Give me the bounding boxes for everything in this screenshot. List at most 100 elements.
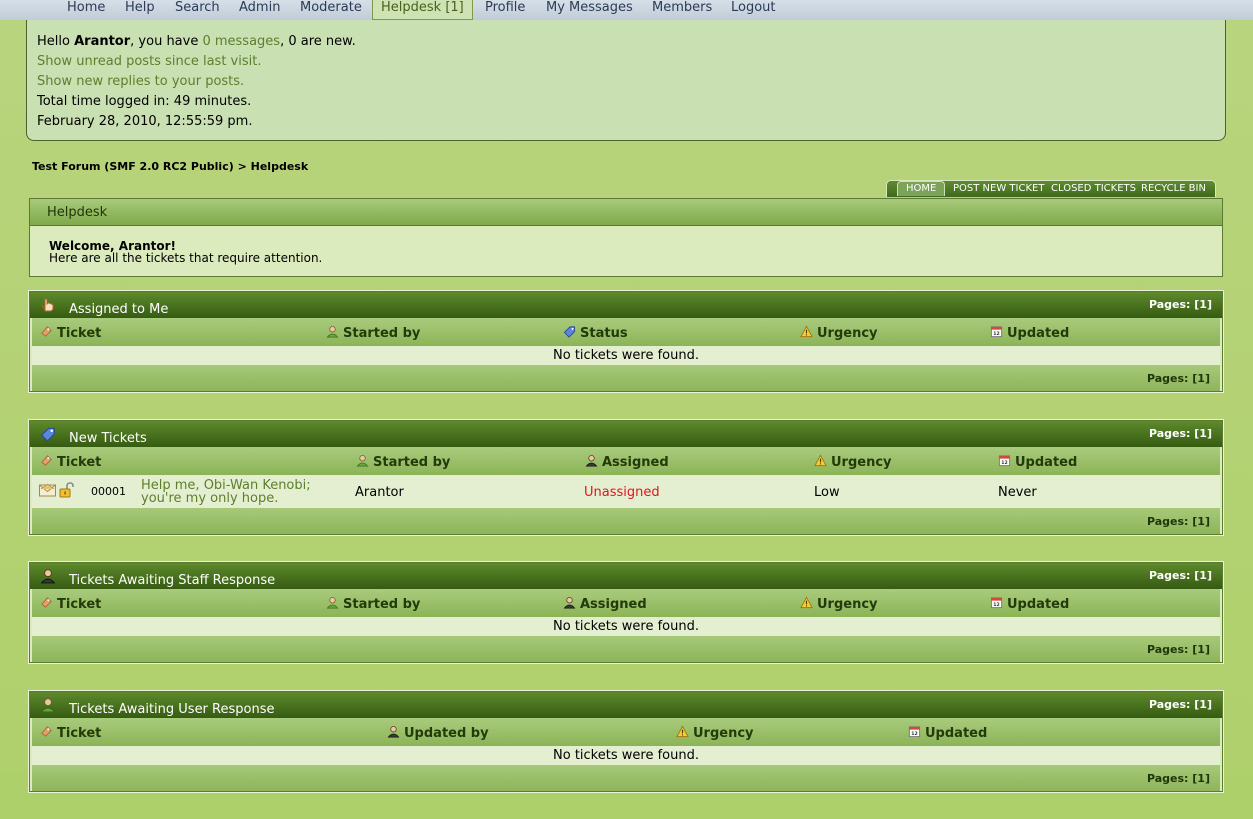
nav-my-messages[interactable]: My Messages <box>546 0 633 19</box>
helpdesk-tab-bar: HOME POST NEW TICKET CLOSED TICKETS RECY… <box>886 180 1216 197</box>
section-header: Tickets Awaiting User Response Pages: [1… <box>30 692 1222 718</box>
col-ticket[interactable]: Ticket <box>40 454 101 470</box>
section-title: Tickets Awaiting Staff Response <box>69 573 276 588</box>
column-header-row: Ticket Started by Assigned Urgency Updat… <box>32 589 1220 617</box>
col-assigned[interactable]: Assigned <box>585 454 669 470</box>
pages-top[interactable]: Pages: [1] <box>1149 298 1212 311</box>
unlocked-padlock-icon <box>59 482 74 498</box>
user-icon <box>40 697 56 713</box>
section-footer: Pages: [1] <box>32 365 1220 391</box>
nav-search[interactable]: Search <box>175 0 220 19</box>
nav-helpdesk[interactable]: Helpdesk [1] <box>372 0 473 20</box>
staff-user-icon <box>585 454 598 467</box>
staff-user-icon <box>387 725 400 738</box>
nav-help[interactable]: Help <box>125 0 155 19</box>
col-updated-by[interactable]: Updated by <box>387 725 489 741</box>
username: Arantor <box>74 34 131 49</box>
greeting-line: Hello Arantor, you have 0 messages, 0 ar… <box>37 34 356 49</box>
welcome-box: Helpdesk Welcome, Arantor! Here are all … <box>29 198 1223 277</box>
calendar-icon <box>990 325 1003 338</box>
pages-bottom[interactable]: Pages: [1] <box>1147 643 1210 656</box>
nav-members[interactable]: Members <box>652 0 712 19</box>
tag-icon <box>563 325 576 338</box>
col-urgency[interactable]: Urgency <box>676 725 754 741</box>
col-started-by[interactable]: Started by <box>326 325 420 341</box>
envelope-icon <box>39 483 56 497</box>
column-header-row: Ticket Updated by Urgency Updated <box>32 718 1220 746</box>
col-updated[interactable]: Updated <box>998 454 1077 470</box>
no-tickets-row: No tickets were found. <box>32 346 1220 365</box>
ticket-assigned: Unassigned <box>584 485 660 500</box>
section-header: Assigned to Me Pages: [1] <box>30 292 1222 318</box>
pointing-hand-icon <box>40 297 56 313</box>
col-updated[interactable]: Updated <box>990 325 1069 341</box>
section-footer: Pages: [1] <box>32 765 1220 791</box>
section-awaiting-user: Tickets Awaiting User Response Pages: [1… <box>28 690 1224 793</box>
col-status[interactable]: Status <box>563 325 628 341</box>
section-title: Assigned to Me <box>69 302 169 317</box>
ticket-icon <box>40 454 53 467</box>
ticket-subject-link[interactable]: Help me, Obi-Wan Kenobi; you're my only h… <box>141 479 311 505</box>
no-tickets-row: No tickets were found. <box>32 746 1220 765</box>
pages-top[interactable]: Pages: [1] <box>1149 427 1212 440</box>
breadcrumb: Test Forum (SMF 2.0 RC2 Public) > Helpde… <box>32 160 308 173</box>
col-urgency[interactable]: Urgency <box>814 454 892 470</box>
warning-icon <box>814 454 827 467</box>
messages-link[interactable]: 0 messages <box>202 34 280 49</box>
nav-admin[interactable]: Admin <box>239 0 280 19</box>
staff-user-icon <box>40 568 56 584</box>
section-footer: Pages: [1] <box>32 508 1220 534</box>
col-urgency[interactable]: Urgency <box>800 325 878 341</box>
section-title: New Tickets <box>69 431 147 446</box>
section-title: Tickets Awaiting User Response <box>69 702 275 717</box>
breadcrumb-separator: > <box>233 160 251 173</box>
section-assigned-to-me: Assigned to Me Pages: [1] Ticket Started… <box>28 290 1224 393</box>
breadcrumb-helpdesk[interactable]: Helpdesk <box>251 160 309 173</box>
breadcrumb-forum[interactable]: Test Forum (SMF 2.0 RC2 Public) <box>32 160 234 173</box>
pages-top[interactable]: Pages: [1] <box>1149 698 1212 711</box>
nav-logout[interactable]: Logout <box>731 0 776 19</box>
col-updated[interactable]: Updated <box>990 596 1069 612</box>
staff-user-icon <box>563 596 576 609</box>
col-started-by[interactable]: Started by <box>356 454 450 470</box>
tab-closed-tickets[interactable]: CLOSED TICKETS <box>1051 182 1136 196</box>
calendar-icon <box>998 454 1011 467</box>
pages-top[interactable]: Pages: [1] <box>1149 569 1212 582</box>
nav-moderate[interactable]: Moderate <box>300 0 362 19</box>
warning-icon <box>800 325 813 338</box>
ticket-started-by[interactable]: Arantor <box>355 485 404 500</box>
col-started-by[interactable]: Started by <box>326 596 420 612</box>
unread-posts-link[interactable]: Show unread posts since last visit. <box>37 54 261 69</box>
ticket-icon <box>40 725 53 738</box>
user-icon <box>356 454 369 467</box>
col-ticket[interactable]: Ticket <box>40 725 101 741</box>
nav-profile[interactable]: Profile <box>485 0 525 19</box>
col-ticket[interactable]: Ticket <box>40 325 101 341</box>
col-assigned[interactable]: Assigned <box>563 596 647 612</box>
col-updated[interactable]: Updated <box>908 725 987 741</box>
section-header: Tickets Awaiting Staff Response Pages: [… <box>30 563 1222 589</box>
col-ticket[interactable]: Ticket <box>40 596 101 612</box>
pages-bottom[interactable]: Pages: [1] <box>1147 515 1210 528</box>
calendar-icon <box>908 725 921 738</box>
user-info-panel: Hello Arantor, you have 0 messages, 0 ar… <box>26 20 1226 141</box>
ticket-urgency: Low <box>814 485 840 500</box>
column-header-row: Ticket Started by Assigned Urgency Updat… <box>32 447 1220 475</box>
pages-bottom[interactable]: Pages: [1] <box>1147 772 1210 785</box>
section-header: New Tickets Pages: [1] <box>30 421 1222 447</box>
section-new-tickets: New Tickets Pages: [1] Ticket Started by… <box>28 419 1224 536</box>
ticket-row: 00001 Help me, Obi-Wan Kenobi; you're my … <box>32 475 1220 508</box>
user-icon <box>326 596 339 609</box>
pages-bottom[interactable]: Pages: [1] <box>1147 372 1210 385</box>
tab-post-new-ticket[interactable]: POST NEW TICKET <box>953 182 1044 196</box>
tab-home[interactable]: HOME <box>897 181 946 196</box>
warning-icon <box>800 596 813 609</box>
tab-recycle-bin[interactable]: RECYCLE BIN <box>1141 182 1206 196</box>
ticket-icon <box>40 325 53 338</box>
column-header-row: Ticket Started by Status Urgency Updated <box>32 318 1220 346</box>
calendar-icon <box>990 596 1003 609</box>
nav-home[interactable]: Home <box>67 0 105 19</box>
tag-icon <box>40 426 56 442</box>
col-urgency[interactable]: Urgency <box>800 596 878 612</box>
new-replies-link[interactable]: Show new replies to your posts. <box>37 74 244 89</box>
